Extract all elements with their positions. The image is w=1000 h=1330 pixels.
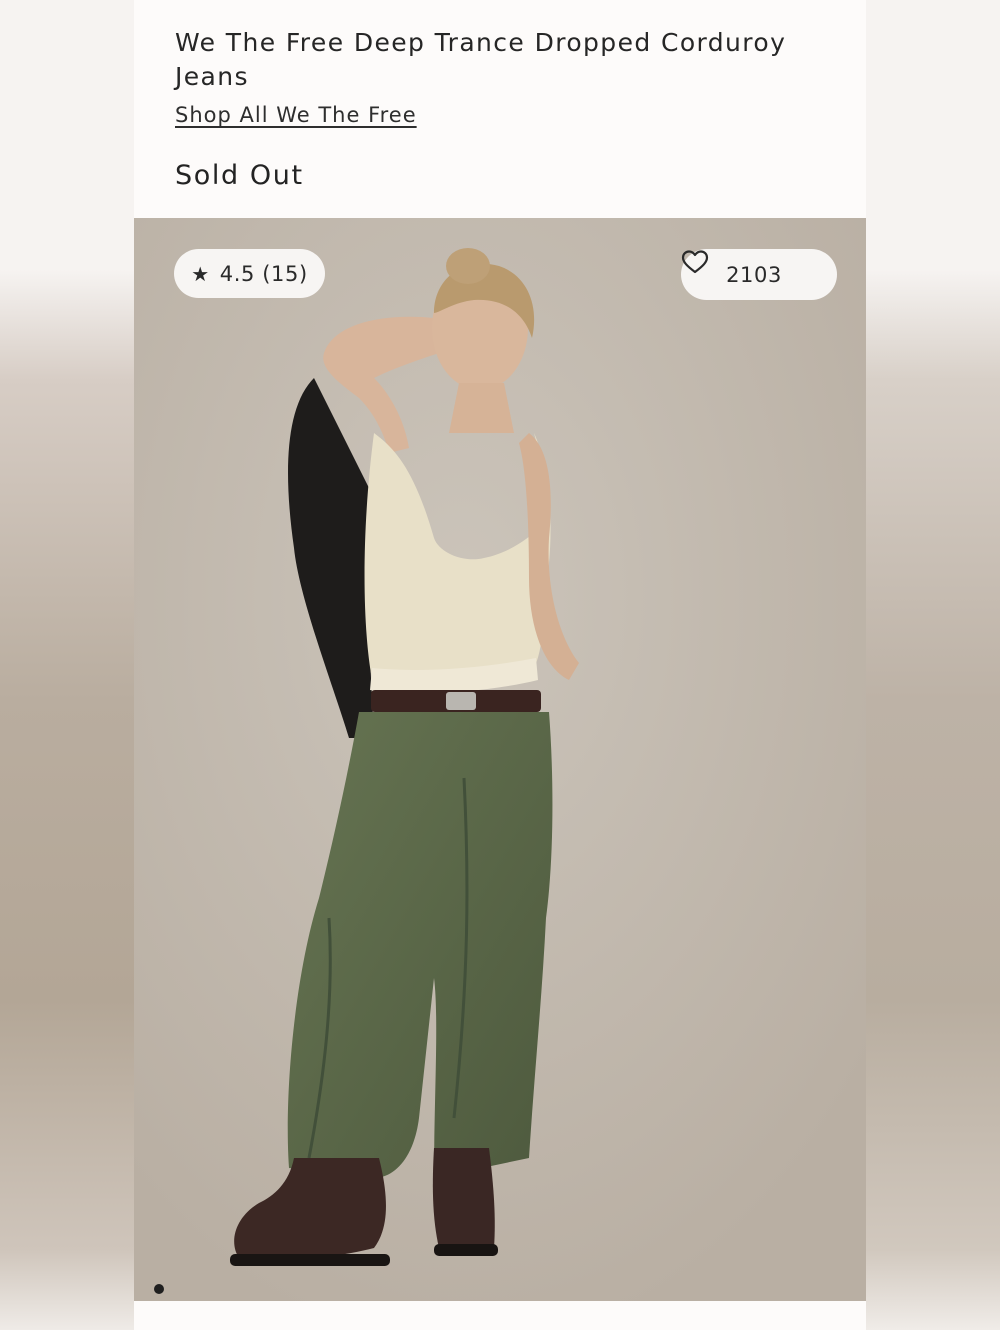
product-image-carousel[interactable]: ★ 4.5 (15) 2103: [134, 218, 866, 1301]
background-left: [0, 0, 134, 1330]
product-card: We The Free Deep Trance Dropped Corduroy…: [134, 0, 866, 1330]
favorite-button[interactable]: 2103: [681, 249, 837, 300]
star-icon: ★: [191, 261, 210, 286]
favorites-count: 2103: [726, 262, 782, 287]
shop-brand-link[interactable]: Shop All We The Free: [175, 103, 417, 127]
product-header: We The Free Deep Trance Dropped Corduroy…: [134, 0, 866, 218]
rating-text: 4.5 (15): [219, 261, 308, 286]
rating-badge[interactable]: ★ 4.5 (15): [174, 249, 325, 298]
background-right: [866, 0, 1000, 1330]
card-footer: [134, 1301, 866, 1330]
carousel-indicator-dot[interactable]: [154, 1284, 164, 1294]
product-title: We The Free Deep Trance Dropped Corduroy…: [175, 28, 787, 91]
stock-status: Sold Out: [175, 160, 304, 191]
product-photo: [134, 218, 866, 1301]
